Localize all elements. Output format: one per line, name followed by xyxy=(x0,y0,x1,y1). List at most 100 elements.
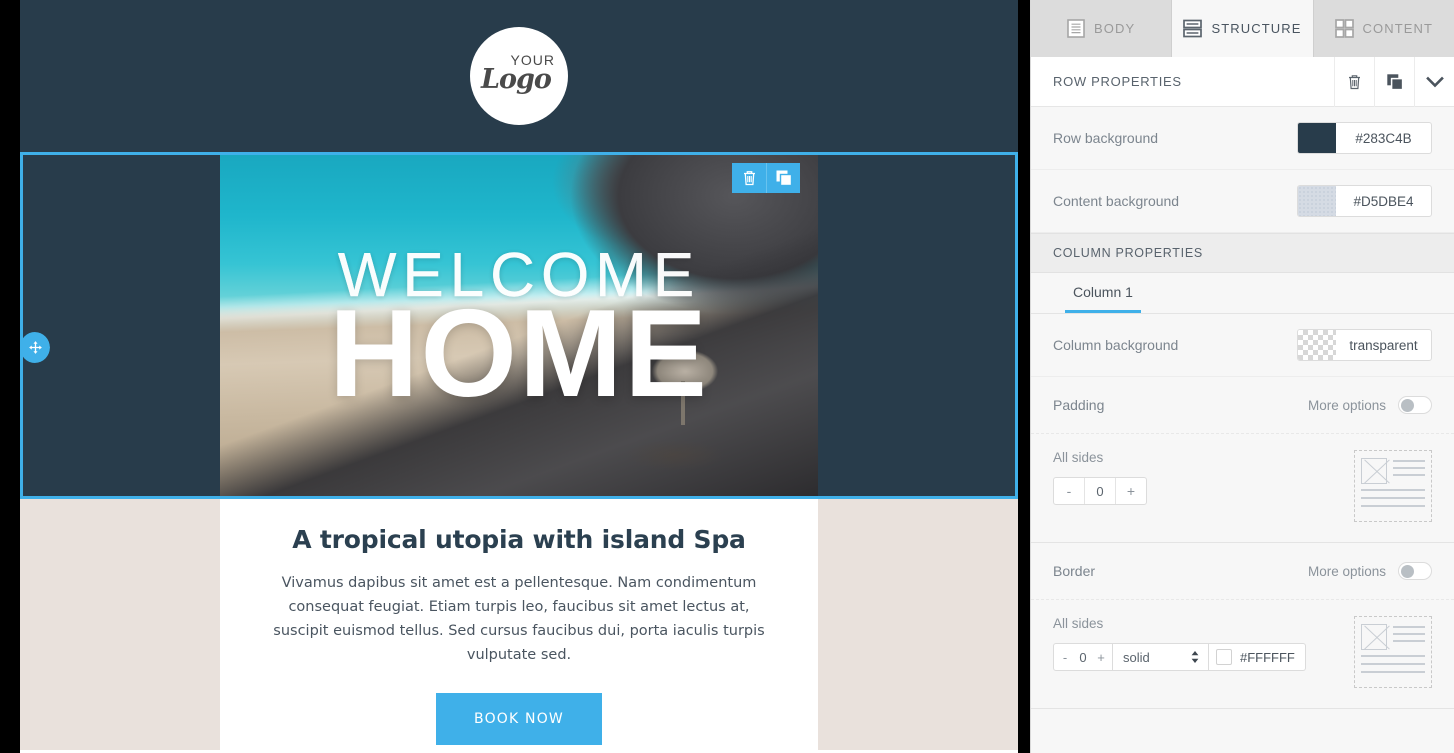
hero-right-gutter xyxy=(818,155,1015,496)
thumb-line xyxy=(1393,460,1425,462)
thumb-line xyxy=(1361,671,1425,673)
border-style-select[interactable]: solid xyxy=(1113,643,1209,671)
delete-row-button[interactable] xyxy=(732,163,766,193)
logo-main-text: Logo xyxy=(481,64,552,95)
row-background-color-picker[interactable]: #283C4B xyxy=(1297,122,1432,154)
hero-row-toolbar xyxy=(732,163,800,193)
border-block: Border More options All sides - 0 + soli… xyxy=(1031,543,1454,709)
row-background-field[interactable]: Row background #283C4B xyxy=(1031,107,1454,170)
row-properties-title: ROW PROPERTIES xyxy=(1053,74,1182,89)
duplicate-icon xyxy=(1386,73,1403,90)
row-properties-header: ROW PROPERTIES xyxy=(1031,57,1454,107)
border-more-options-label[interactable]: More options xyxy=(1308,564,1386,579)
logo-inner: YOUR Logo xyxy=(481,48,557,104)
column-background-color-picker[interactable]: transparent xyxy=(1297,329,1432,361)
thumb-top xyxy=(1361,624,1425,650)
thumb-line xyxy=(1393,474,1425,476)
document-lines-icon xyxy=(1067,19,1085,38)
row-background-value: #283C4B xyxy=(1355,130,1412,146)
duplicate-icon xyxy=(776,170,792,187)
border-all-sides-label: All sides xyxy=(1053,616,1104,631)
tab-body-label: BODY xyxy=(1094,21,1136,36)
email-hero-row-selected[interactable]: WELCOME HOME xyxy=(20,152,1018,499)
padding-all-sides-label: All sides xyxy=(1053,450,1104,465)
border-body: All sides - 0 + solid #FFFFFF xyxy=(1031,600,1454,708)
content-background-field[interactable]: Content background #D5DBE4 xyxy=(1031,170,1454,233)
row-duplicate-button[interactable] xyxy=(1374,57,1414,107)
row-background-label: Row background xyxy=(1053,130,1159,146)
row-delete-button[interactable] xyxy=(1334,57,1374,107)
padding-label: Padding xyxy=(1053,397,1105,413)
tab-body[interactable]: BODY xyxy=(1031,0,1173,57)
trash-icon xyxy=(1349,74,1360,89)
grid-blocks-icon xyxy=(1334,19,1354,38)
padding-preview-thumbnail xyxy=(1354,450,1432,522)
logo: YOUR Logo xyxy=(470,27,568,125)
padding-controls: All sides - 0 + xyxy=(1053,450,1354,522)
column-tabs: Column 1 xyxy=(1031,273,1454,314)
content-left-gutter xyxy=(20,499,220,750)
properties-panel: BODY STRUCTURE CONTENT ROW PROPERTIES Ro… xyxy=(1030,0,1454,753)
content-body-text: Vivamus dapibus sit amet est a pellentes… xyxy=(273,575,765,663)
move-icon xyxy=(28,341,42,354)
row-background-swatch xyxy=(1298,123,1336,153)
email-content-row[interactable]: A tropical utopia with island Spa Vivamu… xyxy=(20,499,1018,750)
border-header: Border More options xyxy=(1031,543,1454,600)
column-tab-1[interactable]: Column 1 xyxy=(1065,273,1141,313)
duplicate-row-button[interactable] xyxy=(766,163,800,193)
content-background-swatch xyxy=(1298,186,1336,216)
panel-scroll-area[interactable]: ROW PROPERTIES Row background #283C4B Co… xyxy=(1031,57,1454,753)
tab-structure-label: STRUCTURE xyxy=(1211,21,1302,36)
hero-left-gutter xyxy=(23,155,220,496)
padding-more-options-toggle[interactable] xyxy=(1398,396,1432,414)
trash-icon xyxy=(743,171,755,186)
thumb-line xyxy=(1361,655,1425,657)
border-style-value: solid xyxy=(1123,649,1150,665)
border-width-value[interactable]: 0 xyxy=(1074,650,1092,665)
padding-value[interactable]: 0 xyxy=(1084,478,1116,504)
column-background-label: Column background xyxy=(1053,337,1179,353)
content-background-label: Content background xyxy=(1053,193,1180,209)
column-background-swatch xyxy=(1298,330,1336,360)
thumb-image-placeholder-icon xyxy=(1361,458,1387,484)
tab-structure[interactable]: STRUCTURE xyxy=(1172,0,1314,57)
column-properties-title: COLUMN PROPERTIES xyxy=(1031,233,1454,273)
border-increment-button[interactable]: + xyxy=(1092,650,1110,665)
thumb-bottom xyxy=(1361,489,1425,507)
padding-decrement-button[interactable]: - xyxy=(1054,478,1084,504)
border-color-picker[interactable]: #FFFFFF xyxy=(1209,643,1306,671)
hero-text-overlay: WELCOME HOME xyxy=(220,155,818,496)
padding-increment-button[interactable]: + xyxy=(1116,478,1146,504)
padding-more-options-label[interactable]: More options xyxy=(1308,398,1386,413)
padding-header: Padding More options xyxy=(1031,377,1454,434)
border-more-options-toggle[interactable] xyxy=(1398,562,1432,580)
thumb-top xyxy=(1361,458,1425,484)
row-collapse-button[interactable] xyxy=(1414,57,1454,107)
thumb-text-lines xyxy=(1393,624,1425,650)
panel-tabs: BODY STRUCTURE CONTENT xyxy=(1031,0,1454,57)
content-right-gutter xyxy=(818,499,1018,750)
tab-content[interactable]: CONTENT xyxy=(1313,0,1454,57)
content-background-color-picker[interactable]: #D5DBE4 xyxy=(1297,185,1432,217)
stacked-rows-icon xyxy=(1183,19,1203,38)
content-title: A tropical utopia with island Spa xyxy=(292,525,746,554)
sort-updown-icon xyxy=(1191,651,1199,663)
thumb-line xyxy=(1393,626,1425,628)
border-color-value: #FFFFFF xyxy=(1240,649,1295,665)
column-background-field[interactable]: Column background transparent xyxy=(1031,314,1454,377)
thumb-line xyxy=(1361,497,1425,499)
book-now-button[interactable]: BOOK NOW xyxy=(436,692,602,745)
content-card[interactable]: A tropical utopia with island Spa Vivamu… xyxy=(220,499,818,750)
border-decrement-button[interactable]: - xyxy=(1056,650,1074,665)
border-color-swatch xyxy=(1216,649,1232,665)
border-preview-thumbnail xyxy=(1354,616,1432,688)
border-width-stepper[interactable]: - 0 + xyxy=(1053,643,1113,671)
row-drag-handle[interactable] xyxy=(20,332,50,363)
content-background-value: #D5DBE4 xyxy=(1353,193,1414,209)
hero-headline-light: WELCOME xyxy=(337,240,701,310)
thumb-line xyxy=(1393,633,1425,635)
padding-stepper[interactable]: - 0 + xyxy=(1053,477,1147,505)
column-background-value: transparent xyxy=(1349,337,1418,353)
email-header-row[interactable]: YOUR Logo xyxy=(20,0,1018,152)
hero-image-block[interactable]: WELCOME HOME xyxy=(220,155,818,496)
